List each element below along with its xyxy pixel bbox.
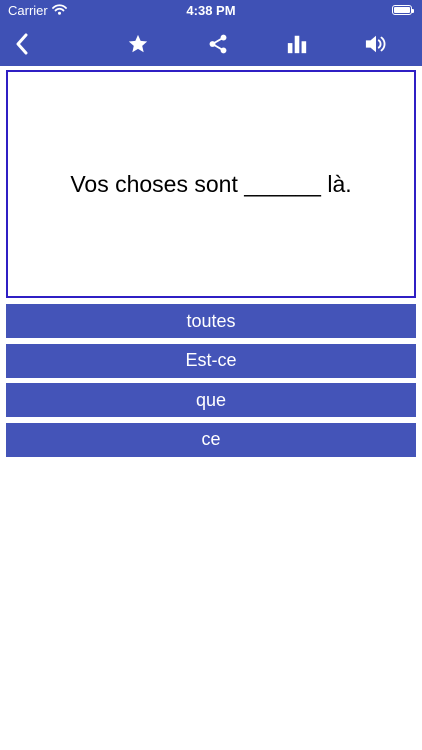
- answer-button-2[interactable]: Est-ce: [6, 343, 416, 378]
- share-button[interactable]: [196, 22, 240, 66]
- speaker-icon: [364, 33, 388, 55]
- back-chevron-icon: [15, 33, 29, 55]
- star-icon: [127, 33, 149, 55]
- audio-button[interactable]: [354, 22, 398, 66]
- bar-chart-icon: [286, 33, 308, 55]
- back-button[interactable]: [0, 22, 44, 66]
- answer-button-1[interactable]: toutes: [6, 304, 416, 338]
- question-text: Vos choses sont ______ là.: [70, 170, 352, 197]
- question-card: Vos choses sont ______ là.: [6, 70, 416, 298]
- battery-fill: [394, 7, 410, 13]
- status-bar: Carrier 4:38 PM: [0, 0, 422, 22]
- statistics-button[interactable]: [275, 22, 319, 66]
- answer-button-3[interactable]: que: [6, 383, 416, 417]
- answer-button-4[interactable]: ce: [6, 422, 416, 457]
- share-icon: [207, 33, 229, 55]
- battery-icon: [392, 5, 414, 15]
- favorite-button[interactable]: [116, 22, 160, 66]
- toolbar: [0, 22, 422, 66]
- status-time: 4:38 PM: [186, 3, 236, 18]
- answer-list: toutes Est-ce que ce: [6, 304, 416, 462]
